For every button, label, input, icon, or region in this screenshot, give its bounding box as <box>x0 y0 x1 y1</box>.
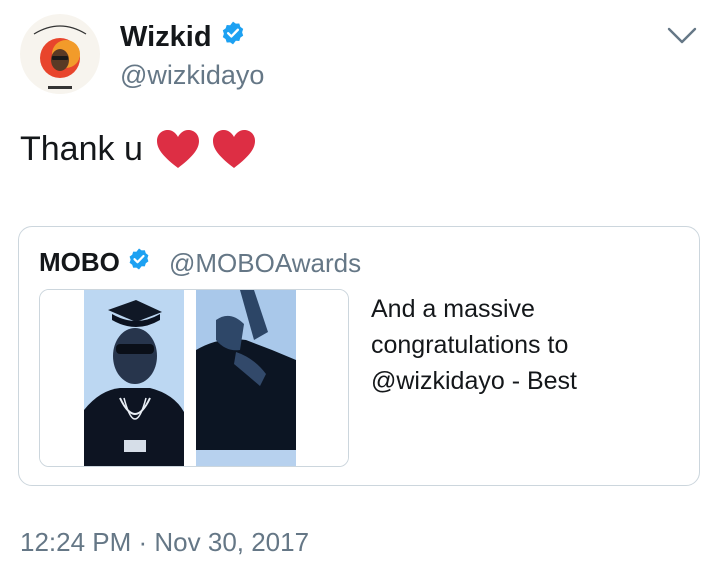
verified-badge-icon <box>220 20 246 54</box>
quoted-media-image[interactable] <box>39 289 349 467</box>
verified-badge-icon <box>127 247 151 278</box>
author-name-text: Wizkid <box>120 20 212 53</box>
quoted-display-name[interactable]: MOBO <box>39 247 151 278</box>
red-heart-icon <box>212 130 255 168</box>
author-handle[interactable]: @wizkidayo <box>120 60 264 91</box>
tweet-text: Thank u <box>20 128 257 170</box>
red-heart-icon <box>156 130 199 168</box>
author-avatar[interactable] <box>20 14 100 94</box>
quoted-tweet-text: And a massive congratulations to @wizkid… <box>371 295 577 395</box>
quoted-handle[interactable]: @MOBOAwards <box>169 248 361 279</box>
emoji-group <box>155 128 257 170</box>
avatar-image <box>20 14 100 94</box>
quoted-name-text: MOBO <box>39 247 120 277</box>
chevron-down-icon[interactable] <box>666 26 698 51</box>
tweet-text-content: Thank u <box>20 129 143 168</box>
tweet-timestamp[interactable]: 12:24 PM · Nov 30, 2017 <box>20 527 309 558</box>
author-display-name[interactable]: Wizkid <box>120 20 246 54</box>
quoted-tweet-card[interactable]: MOBO @MOBOAwards And a massive congratul… <box>18 226 700 486</box>
